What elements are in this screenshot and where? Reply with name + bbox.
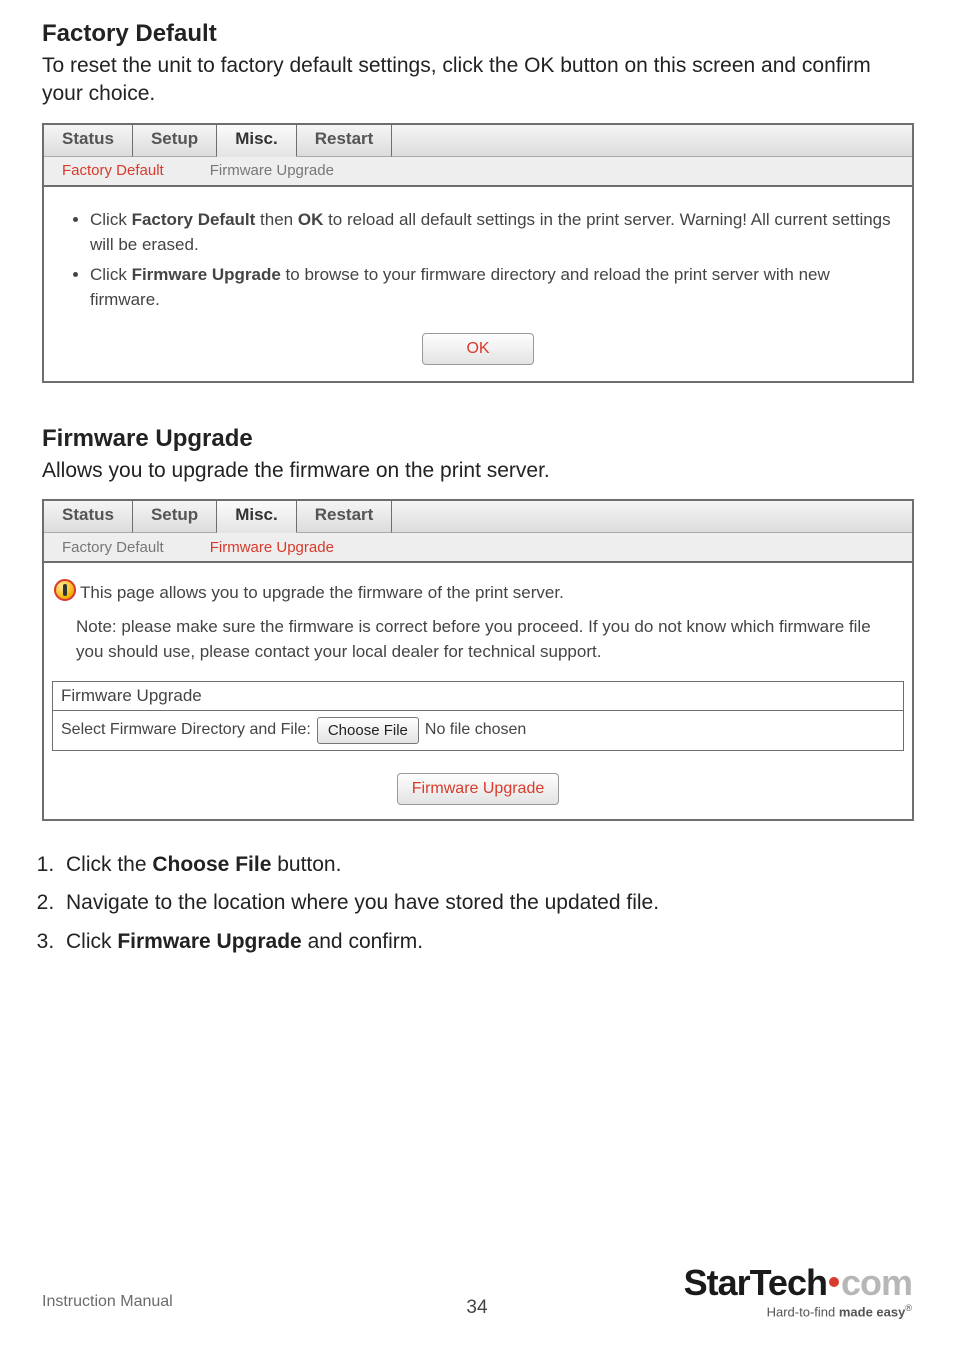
- fw-intro-line: This page allows you to upgrade the firm…: [52, 579, 904, 606]
- no-file-chosen-text: No file chosen: [425, 721, 526, 739]
- tab-setup-2[interactable]: Setup: [133, 501, 217, 533]
- text-bold: Firmware Upgrade: [132, 265, 281, 284]
- tab-status-2[interactable]: Status: [44, 501, 133, 533]
- step-1: Click the Choose File button.: [60, 849, 912, 882]
- info-icon: [54, 579, 76, 601]
- subtab-factory-default-2[interactable]: Factory Default: [44, 536, 192, 559]
- text: then: [255, 210, 298, 229]
- tab-restart-2[interactable]: Restart: [297, 501, 393, 533]
- text-bold: Factory Default: [132, 210, 256, 229]
- panel-factory-default: Click Factory Default then OK to reload …: [42, 187, 914, 383]
- subtab-firmware-upgrade[interactable]: Firmware Upgrade: [192, 159, 362, 182]
- steps-list: Click the Choose File button. Navigate t…: [42, 849, 912, 959]
- main-tabbar-2: Status Setup Misc. Restart: [42, 499, 914, 533]
- tab-restart[interactable]: Restart: [297, 125, 393, 157]
- page-footer: Instruction Manual 34 StarTech com Hard-t…: [42, 1239, 912, 1319]
- text: Click: [66, 930, 117, 953]
- fw-note: Note: please make sure the firmware is c…: [52, 606, 904, 677]
- section-heading-firmware-upgrade: Firmware Upgrade: [42, 425, 912, 453]
- subtab-factory-default[interactable]: Factory Default: [44, 159, 192, 182]
- step-2: Navigate to the location where you have …: [60, 887, 912, 920]
- text-bold: Choose File: [152, 853, 271, 876]
- note-label: Note:: [76, 617, 117, 636]
- fw-select-label: Select Firmware Directory and File:: [61, 721, 311, 739]
- brand-tagline: Hard-to-find made easy®: [684, 1303, 912, 1319]
- text: This page allows you to upgrade the firm…: [80, 583, 564, 602]
- subtab-firmware-upgrade-2[interactable]: Firmware Upgrade: [192, 536, 362, 559]
- tab-misc-2[interactable]: Misc.: [217, 501, 297, 533]
- tabbar-spacer-2: [392, 501, 912, 533]
- fw-upgrade-box: Firmware Upgrade Select Firmware Directo…: [52, 681, 904, 751]
- brand-name-left: StarTech: [684, 1262, 827, 1303]
- tab-misc[interactable]: Misc.: [217, 125, 297, 157]
- ok-button[interactable]: OK: [422, 333, 534, 365]
- choose-file-button[interactable]: Choose File: [317, 717, 419, 744]
- text-bold: OK: [298, 210, 324, 229]
- text: Click the: [66, 853, 152, 876]
- footer-logo: StarTech com Hard-to-find made easy®: [684, 1265, 912, 1319]
- firmware-upgrade-button[interactable]: Firmware Upgrade: [397, 773, 559, 805]
- section-heading-factory-default: Factory Default: [42, 20, 912, 48]
- tab-setup[interactable]: Setup: [133, 125, 217, 157]
- tagline-part-a: Hard-to-find: [767, 1304, 839, 1319]
- tab-status[interactable]: Status: [44, 125, 133, 157]
- brand-logo: StarTech com: [684, 1265, 912, 1301]
- main-tabbar: Status Setup Misc. Restart: [42, 123, 914, 157]
- tagline-part-b: made easy: [839, 1304, 906, 1319]
- screenshot-factory-default: Status Setup Misc. Restart Factory Defau…: [42, 123, 914, 383]
- step-3: Click Firmware Upgrade and confirm.: [60, 926, 912, 959]
- fw-box-title: Firmware Upgrade: [53, 682, 903, 711]
- bullet-factory-default: Click Factory Default then OK to reload …: [90, 207, 892, 258]
- sub-tabbar-2: Factory Default Firmware Upgrade: [42, 533, 914, 563]
- brand-name-right: com: [841, 1262, 912, 1303]
- text: Click: [90, 210, 132, 229]
- text: and confirm.: [302, 930, 423, 953]
- panel-firmware-upgrade: This page allows you to upgrade the firm…: [42, 563, 914, 821]
- note-text: please make sure the firmware is correct…: [76, 617, 871, 662]
- section-intro-factory-default: To reset the unit to factory default set…: [42, 52, 912, 109]
- screenshot-firmware-upgrade: Status Setup Misc. Restart Factory Defau…: [42, 499, 914, 821]
- sub-tabbar: Factory Default Firmware Upgrade: [42, 157, 914, 187]
- registered-mark: ®: [905, 1303, 912, 1313]
- footer-page-number: 34: [466, 1297, 487, 1319]
- brand-dot-icon: [829, 1277, 839, 1287]
- section-intro-firmware-upgrade: Allows you to upgrade the firmware on th…: [42, 457, 912, 485]
- text: Click: [90, 265, 132, 284]
- bullet-firmware-upgrade: Click Firmware Upgrade to browse to your…: [90, 262, 892, 313]
- tabbar-spacer: [392, 125, 912, 157]
- footer-instruction-manual: Instruction Manual: [42, 1293, 173, 1311]
- text-bold: Firmware Upgrade: [117, 930, 301, 953]
- text: button.: [271, 853, 341, 876]
- fw-select-row: Select Firmware Directory and File: Choo…: [53, 711, 903, 750]
